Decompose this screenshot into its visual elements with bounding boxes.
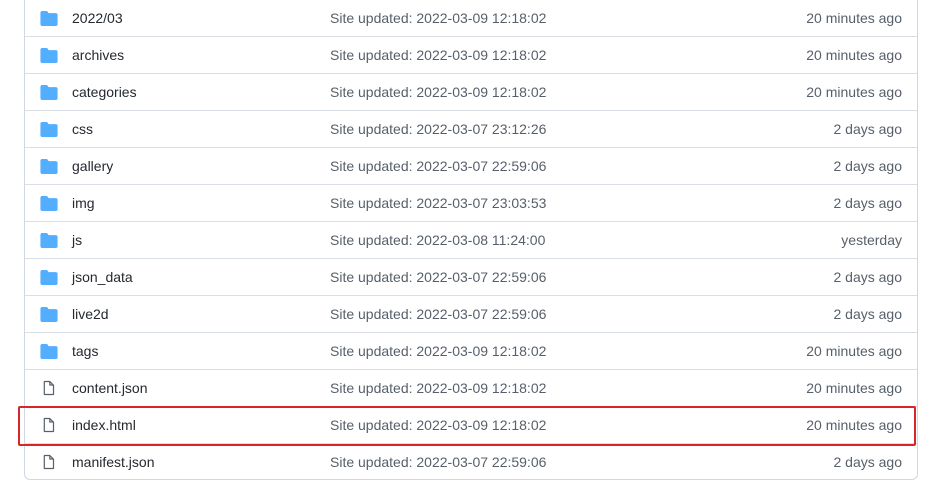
folder-link[interactable]: img [72, 185, 95, 222]
folder-link[interactable]: gallery [72, 148, 113, 185]
file-row-categories[interactable]: categories Site updated: 2022-03-09 12:1… [25, 74, 917, 111]
commit-age: 2 days ago [833, 269, 903, 285]
file-row-gallery[interactable]: gallery Site updated: 2022-03-07 22:59:0… [25, 148, 917, 185]
commit-message[interactable]: Site updated: 2022-03-09 12:18:02 [330, 0, 546, 37]
folder-icon [40, 307, 58, 322]
commit-age: 2 days ago [833, 195, 903, 211]
file-link[interactable]: index.html [72, 407, 136, 444]
file-icon [43, 380, 55, 396]
folder-icon [40, 85, 58, 100]
commit-age: 20 minutes ago [806, 417, 902, 433]
commit-age: 2 days ago [833, 306, 903, 322]
commit-age: 20 minutes ago [806, 380, 902, 396]
folder-icon [40, 11, 58, 26]
commit-message[interactable]: Site updated: 2022-03-07 22:59:06 [330, 259, 546, 296]
file-row-index-html[interactable]: index.html Site updated: 2022-03-09 12:1… [25, 407, 917, 444]
folder-link[interactable]: js [72, 222, 82, 259]
folder-icon [40, 344, 58, 359]
file-row-live2d[interactable]: live2d Site updated: 2022-03-07 22:59:06… [25, 296, 917, 333]
folder-link[interactable]: 2022/03 [72, 0, 123, 37]
file-row-archives[interactable]: archives Site updated: 2022-03-09 12:18:… [25, 37, 917, 74]
folder-link[interactable]: live2d [72, 296, 109, 333]
commit-message[interactable]: Site updated: 2022-03-09 12:18:02 [330, 370, 546, 407]
file-row-manifest-json[interactable]: manifest.json Site updated: 2022-03-07 2… [25, 444, 917, 481]
folder-link[interactable]: tags [72, 333, 98, 370]
commit-age: 2 days ago [833, 121, 903, 137]
commit-message[interactable]: Site updated: 2022-03-09 12:18:02 [330, 407, 546, 444]
file-link[interactable]: content.json [72, 370, 148, 407]
commit-age: 20 minutes ago [806, 47, 902, 63]
commit-message[interactable]: Site updated: 2022-03-07 22:59:06 [330, 148, 546, 185]
commit-message[interactable]: Site updated: 2022-03-09 12:18:02 [330, 37, 546, 74]
commit-age: 20 minutes ago [806, 343, 902, 359]
commit-message[interactable]: Site updated: 2022-03-07 23:03:53 [330, 185, 546, 222]
commit-age: 20 minutes ago [806, 10, 902, 26]
commit-message[interactable]: Site updated: 2022-03-08 11:24:00 [330, 222, 545, 259]
folder-link[interactable]: archives [72, 37, 124, 74]
commit-message[interactable]: Site updated: 2022-03-09 12:18:02 [330, 74, 546, 111]
commit-message[interactable]: Site updated: 2022-03-07 22:59:06 [330, 296, 546, 333]
file-icon [43, 454, 55, 470]
commit-age: 2 days ago [833, 158, 903, 174]
commit-message[interactable]: Site updated: 2022-03-07 23:12:26 [330, 111, 546, 148]
folder-icon [40, 270, 58, 285]
commit-age: 2 days ago [833, 454, 903, 470]
folder-icon [40, 48, 58, 63]
file-row-json-data[interactable]: json_data Site updated: 2022-03-07 22:59… [25, 259, 917, 296]
file-row-css[interactable]: css Site updated: 2022-03-07 23:12:26 2 … [25, 111, 917, 148]
commit-message[interactable]: Site updated: 2022-03-07 22:59:06 [330, 444, 546, 481]
folder-link[interactable]: categories [72, 74, 137, 111]
commit-age: 20 minutes ago [806, 84, 902, 100]
path-prefix[interactable]: 2022/ [72, 10, 107, 26]
commit-age: yesterday [841, 232, 902, 248]
folder-link[interactable]: json_data [72, 259, 133, 296]
file-row-content-json[interactable]: content.json Site updated: 2022-03-09 12… [25, 370, 917, 407]
folder-link[interactable]: css [72, 111, 93, 148]
folder-icon [40, 233, 58, 248]
file-icon [43, 417, 55, 433]
commit-message[interactable]: Site updated: 2022-03-09 12:18:02 [330, 333, 546, 370]
file-row-js[interactable]: js Site updated: 2022-03-08 11:24:00 yes… [25, 222, 917, 259]
file-link[interactable]: manifest.json [72, 444, 154, 481]
folder-icon [40, 159, 58, 174]
file-row-2022-03[interactable]: 2022/03 Site updated: 2022-03-09 12:18:0… [25, 0, 917, 37]
folder-name[interactable]: 03 [107, 10, 123, 26]
folder-icon [40, 196, 58, 211]
file-row-img[interactable]: img Site updated: 2022-03-07 23:03:53 2 … [25, 185, 917, 222]
folder-icon [40, 122, 58, 137]
file-row-tags[interactable]: tags Site updated: 2022-03-09 12:18:02 2… [25, 333, 917, 370]
